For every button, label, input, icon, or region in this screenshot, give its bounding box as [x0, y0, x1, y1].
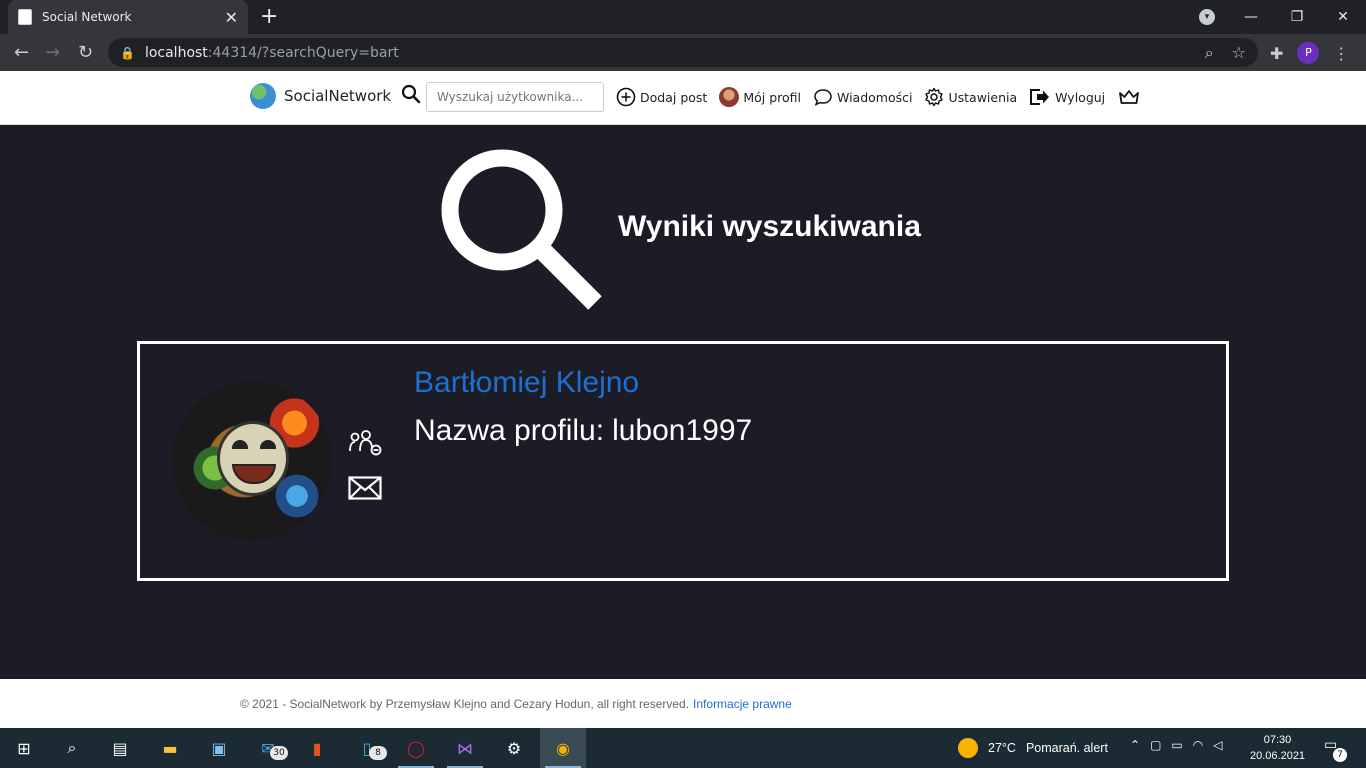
nav-add-post[interactable]: Dodaj post: [616, 87, 707, 107]
result-user-name-link[interactable]: Bartłomiej Klejno: [414, 366, 639, 400]
nav-add-post-label: Dodaj post: [640, 89, 708, 105]
nav-my-profile[interactable]: Mój profil: [719, 87, 801, 107]
forward-icon[interactable]: →: [45, 42, 60, 63]
globe-logo-icon: [250, 83, 276, 109]
tab-title: Social Network: [42, 10, 132, 24]
nav-settings-label: Ustawienia: [948, 89, 1018, 105]
main-nav: Dodaj post Mój profil Wiadomości Ustawie…: [616, 87, 1141, 107]
result-actions: [348, 429, 382, 501]
windows-start-icon[interactable]: ⊞: [12, 736, 36, 760]
chat-bubble-icon: [814, 89, 832, 106]
volume-icon[interactable]: ◁: [1213, 738, 1222, 752]
nav-logout[interactable]: Wyloguj: [1029, 87, 1105, 107]
lock-icon[interactable]: 🔒: [120, 46, 135, 60]
nav-messages-label: Wiadomości: [837, 89, 913, 105]
footer-text-wrap: © 2021 - SocialNetwork by Przemysław Kle…: [240, 697, 792, 711]
weather-widget[interactable]: 27°C Pomarań. alert: [958, 738, 1108, 758]
minimize-icon[interactable]: —: [1228, 9, 1274, 25]
extensions-area: ✚ P ⋮: [1270, 42, 1349, 64]
crown-icon: [1119, 90, 1140, 104]
zoom-icon[interactable]: ⌕: [1205, 43, 1214, 63]
clock[interactable]: 07:30 20.06.2021: [1250, 732, 1305, 764]
profile-name-label: Nazwa profilu:: [414, 414, 605, 447]
result-avatar[interactable]: [172, 381, 332, 541]
weather-alert: Pomarań. alert: [1025, 741, 1108, 755]
brand-name: SocialNetwork: [284, 87, 392, 105]
user-search-input[interactable]: [426, 82, 604, 112]
url-host: localhost: [144, 44, 208, 61]
close-tab-icon[interactable]: ✕: [225, 8, 238, 27]
chrome-icon[interactable]: ◉: [551, 736, 575, 760]
restore-icon[interactable]: ❐: [1274, 9, 1320, 25]
nav-settings[interactable]: Ustawienia: [924, 87, 1017, 107]
sun-icon: [958, 738, 978, 758]
settings-gear-icon[interactable]: ⚙: [502, 736, 526, 760]
wifi-icon[interactable]: ◠: [1193, 738, 1203, 752]
user-avatar: [719, 87, 740, 107]
address-bar[interactable]: 🔒 localhost:44314/?searchQuery=bart ⌕ ☆: [108, 38, 1258, 67]
add-friend-icon[interactable]: [348, 429, 382, 457]
search-icon[interactable]: [401, 84, 421, 104]
opera-icon[interactable]: ◯: [404, 736, 428, 760]
gear-icon: [925, 87, 944, 107]
page-title: Wyniki wyszukiwania: [618, 210, 921, 243]
chevron-up-icon[interactable]: ⌃: [1130, 738, 1140, 752]
new-tab-icon[interactable]: +: [260, 4, 278, 29]
nav-messages[interactable]: Wiadomości: [813, 87, 912, 107]
site-header: SocialNetwork Dodaj post Mój profil Wiad…: [0, 71, 1366, 125]
office-icon[interactable]: ▮: [305, 736, 329, 760]
meet-icon[interactable]: ▢: [1150, 738, 1161, 752]
taskbar-search-icon[interactable]: ⌕: [60, 736, 84, 760]
plus-circle-icon: [616, 87, 636, 107]
task-view-icon[interactable]: ▤: [108, 736, 132, 760]
system-tray: ⌃ ▢ ▭ ◠ ◁: [1130, 738, 1222, 752]
browser-tabbar: Social Network ✕ + ▾ — ❐ ✕: [0, 0, 1366, 34]
browser-toolbar: ← → ↻ 🔒 localhost:44314/?searchQuery=bar…: [0, 34, 1366, 71]
clock-time: 07:30: [1263, 734, 1292, 746]
weather-temp: 27°C: [988, 741, 1016, 755]
mail-badge: 30: [270, 746, 288, 760]
tab-search-icon[interactable]: ▾: [1199, 9, 1215, 25]
search-result-card: Bartłomiej Klejno Nazwa profilu: lubon199…: [137, 341, 1229, 581]
result-profile-line: Nazwa profilu: lubon1997: [414, 414, 752, 448]
url-path: :44314/?searchQuery=bart: [207, 44, 399, 61]
nav-my-profile-label: Mój profil: [743, 89, 801, 105]
phone-badge: 8: [369, 746, 387, 760]
page-icon: [18, 9, 32, 25]
reload-icon[interactable]: ↻: [78, 42, 93, 63]
bookmark-star-icon[interactable]: ☆: [1232, 43, 1246, 63]
copyright-text: © 2021 - SocialNetwork by Przemysław Kle…: [240, 697, 690, 711]
profile-name-value: lubon1997: [612, 414, 753, 447]
visual-studio-icon[interactable]: ⋈: [453, 736, 477, 760]
windows-taskbar: ⊞ ⌕ ▤ ▬ ▣ ✉ 30 ▮ ▯ 8 ◯ ⋈ ⚙ ◉ 27°C Pomara…: [0, 728, 1366, 768]
nav-premium[interactable]: [1117, 87, 1141, 107]
back-icon[interactable]: ←: [14, 42, 29, 63]
brand-link[interactable]: SocialNetwork: [250, 83, 391, 109]
browser-tab[interactable]: Social Network ✕: [8, 0, 248, 34]
site-footer: © 2021 - SocialNetwork by Przemysław Kle…: [0, 679, 1366, 728]
legal-info-link[interactable]: Informacje prawne: [693, 697, 792, 711]
store-icon[interactable]: ▣: [207, 736, 231, 760]
window-controls: — ❐ ✕: [1228, 0, 1366, 34]
nav-logout-label: Wyloguj: [1055, 89, 1106, 105]
file-explorer-icon[interactable]: ▬: [158, 736, 182, 760]
notifications-badge: 7: [1333, 748, 1347, 762]
extensions-puzzle-icon[interactable]: ✚: [1270, 44, 1283, 63]
battery-icon[interactable]: ▭: [1171, 738, 1182, 752]
profile-avatar[interactable]: P: [1297, 42, 1320, 64]
menu-kebab-icon[interactable]: ⋮: [1333, 44, 1349, 63]
close-window-icon[interactable]: ✕: [1320, 9, 1366, 25]
logout-icon: [1030, 89, 1050, 105]
send-message-icon[interactable]: [348, 475, 382, 501]
clock-date: 20.06.2021: [1250, 750, 1306, 762]
